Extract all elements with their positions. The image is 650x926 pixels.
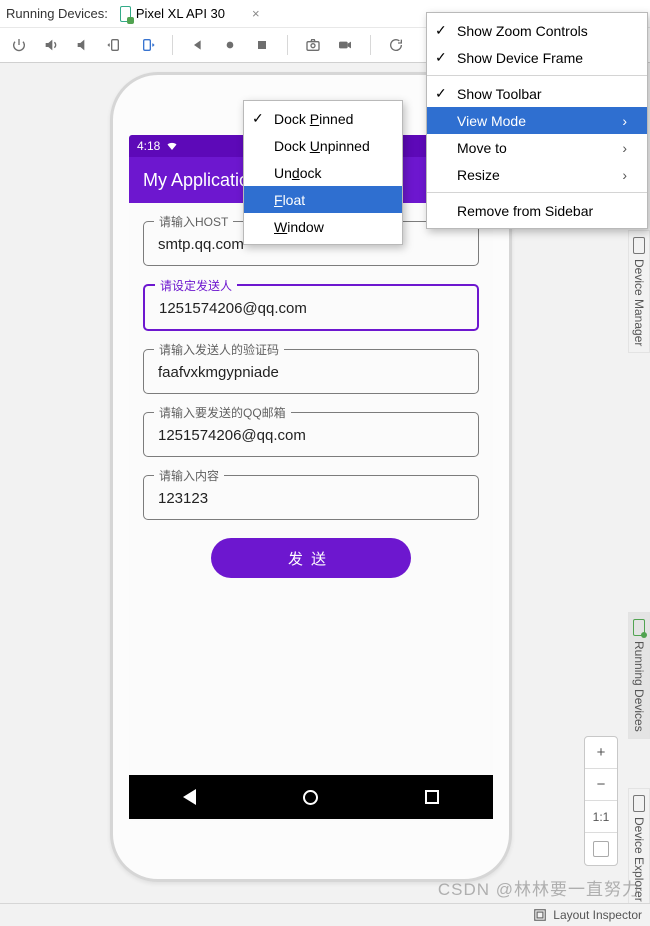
- field-input[interactable]: [156, 489, 466, 508]
- menu-item[interactable]: Dock Unpinned: [244, 132, 402, 159]
- volume-up-icon[interactable]: [42, 36, 60, 54]
- sidebar-tab-label: Device Explorer: [632, 817, 646, 902]
- close-tab-icon[interactable]: ×: [252, 6, 260, 21]
- menu-item[interactable]: ✓ Show Device Frame: [427, 44, 647, 71]
- check-icon: ✓: [252, 110, 264, 127]
- field-label: 请输入要发送的QQ邮箱: [154, 404, 291, 421]
- wifi-icon: [166, 140, 178, 152]
- check-icon: ✓: [435, 49, 447, 66]
- field-input[interactable]: [156, 363, 466, 382]
- send-button[interactable]: 发送: [211, 538, 411, 578]
- menu-item-label: Undock: [274, 165, 322, 181]
- sidebar-tab-device-manager[interactable]: Device Manager: [628, 230, 650, 353]
- phone-icon: [633, 237, 645, 254]
- phone-icon: [633, 619, 645, 636]
- menu-item-label: Window: [274, 219, 324, 235]
- rotate-right-icon[interactable]: [138, 36, 156, 54]
- volume-down-icon[interactable]: [74, 36, 92, 54]
- screenshot-icon[interactable]: [304, 36, 322, 54]
- menu-item-label: View Mode: [457, 113, 526, 129]
- chevron-right-icon: ›: [622, 167, 627, 183]
- overview-nav-icon[interactable]: [253, 36, 271, 54]
- menu-item-label: Show Toolbar: [457, 86, 542, 102]
- menu-item[interactable]: Resize ›: [427, 161, 647, 188]
- nav-back-icon[interactable]: [183, 789, 196, 805]
- chevron-right-icon: ›: [622, 113, 627, 129]
- field-label: 请输入内容: [154, 467, 224, 484]
- phone-icon: [633, 795, 645, 812]
- text-field[interactable]: 请输入发送人的验证码: [143, 349, 479, 394]
- sidebar-tab-running-devices[interactable]: Running Devices: [628, 612, 650, 739]
- menu-item-label: Resize: [457, 167, 500, 183]
- menu-item[interactable]: View Mode ›: [427, 107, 647, 134]
- reload-icon[interactable]: [387, 36, 405, 54]
- field-input[interactable]: [157, 299, 465, 318]
- menu-item-label: Show Device Frame: [457, 50, 583, 66]
- nav-overview-icon[interactable]: [425, 790, 439, 804]
- layout-inspector-button[interactable]: Layout Inspector: [553, 908, 642, 922]
- text-field[interactable]: 请设定发送人: [143, 284, 479, 331]
- phone-icon: [120, 6, 131, 22]
- menu-item[interactable]: ✓ Show Zoom Controls: [427, 17, 647, 44]
- bottom-toolbar: Layout Inspector: [0, 903, 650, 926]
- record-icon[interactable]: [336, 36, 354, 54]
- home-nav-icon[interactable]: [221, 36, 239, 54]
- fit-icon: [593, 841, 609, 857]
- rotate-left-icon[interactable]: [106, 36, 124, 54]
- zoom-actual-button[interactable]: 1:1: [585, 801, 617, 833]
- zoom-controls: + − 1:1: [584, 736, 618, 866]
- menu-item[interactable]: Float: [244, 186, 402, 213]
- sidebar-tab-label: Device Manager: [632, 259, 646, 346]
- menu-item[interactable]: ✓ Dock Pinned: [244, 105, 402, 132]
- viewmode-submenu: ✓ Dock Pinned Dock Unpinned Undock Float Wind…: [243, 100, 403, 245]
- menu-item[interactable]: Window: [244, 213, 402, 240]
- power-icon[interactable]: [10, 36, 28, 54]
- back-nav-icon[interactable]: [189, 36, 207, 54]
- sidebar-tab-label: Running Devices: [632, 641, 646, 732]
- device-tab[interactable]: Pixel XL API 30 ×: [120, 6, 260, 22]
- toolbar-separator: [370, 35, 371, 55]
- menu-item-label: Float: [274, 192, 305, 208]
- nav-home-icon[interactable]: [303, 790, 318, 805]
- status-time: 4:18: [137, 139, 160, 153]
- check-icon: ✓: [435, 85, 447, 102]
- field-label: 请设定发送人: [155, 277, 237, 294]
- layout-inspector-icon: [533, 908, 547, 922]
- menu-item-label: Remove from Sidebar: [457, 203, 593, 219]
- sidebar-tab-device-explorer[interactable]: Device Explorer: [628, 788, 650, 909]
- android-navbar: [129, 775, 493, 819]
- menu-item-label: Dock Unpinned: [274, 138, 370, 154]
- menu-item-label: Move to: [457, 140, 507, 156]
- menu-item[interactable]: ✓ Show Toolbar: [427, 80, 647, 107]
- text-field[interactable]: 请输入要发送的QQ邮箱: [143, 412, 479, 457]
- field-label: 请输入HOST: [154, 213, 233, 230]
- toolbar-separator: [172, 35, 173, 55]
- device-name: Pixel XL API 30: [136, 6, 225, 21]
- menu-item-label: Dock Pinned: [274, 111, 353, 127]
- chevron-right-icon: ›: [622, 140, 627, 156]
- menu-item-label: Show Zoom Controls: [457, 23, 588, 39]
- zoom-in-button[interactable]: +: [585, 737, 617, 769]
- main-context-menu: ✓ Show Zoom Controls ✓ Show Device Frame ✓ Sh…: [426, 12, 648, 229]
- text-field[interactable]: 请输入内容: [143, 475, 479, 520]
- field-input[interactable]: [156, 426, 466, 445]
- check-icon: ✓: [435, 22, 447, 39]
- menu-item[interactable]: Move to ›: [427, 134, 647, 161]
- zoom-fit-button[interactable]: [585, 833, 617, 865]
- menu-item[interactable]: Remove from Sidebar: [427, 197, 647, 224]
- running-devices-label: Running Devices:: [6, 6, 108, 21]
- toolbar-separator: [287, 35, 288, 55]
- zoom-out-button[interactable]: −: [585, 769, 617, 801]
- app-title: My Application: [143, 170, 259, 191]
- field-label: 请输入发送人的验证码: [154, 341, 284, 358]
- form-body: 请输入HOST请设定发送人请输入发送人的验证码请输入要发送的QQ邮箱请输入内容发…: [129, 203, 493, 596]
- menu-item[interactable]: Undock: [244, 159, 402, 186]
